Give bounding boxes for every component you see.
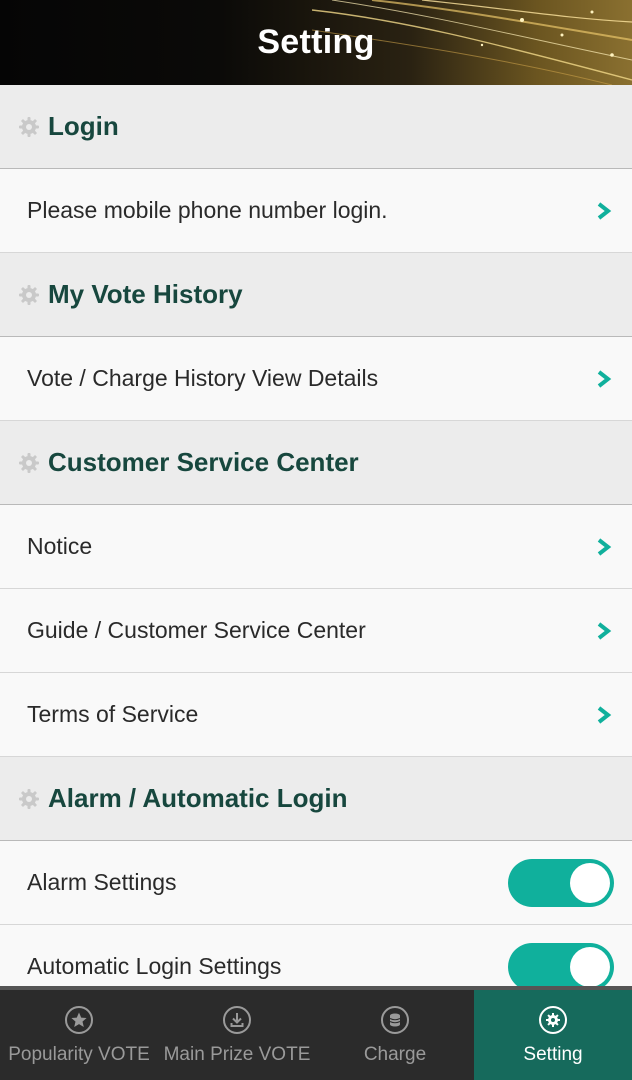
gear-icon (18, 452, 40, 474)
row-label: Terms of Service (27, 701, 199, 727)
section-title: Alarm / Automatic Login (48, 783, 348, 813)
login-row[interactable]: Please mobile phone number login. (0, 169, 632, 253)
alarm-settings-row: Alarm Settings (0, 841, 632, 925)
tab-charge[interactable]: Charge (316, 990, 474, 1080)
chevron-right-icon (594, 369, 614, 389)
star-icon (63, 1004, 95, 1036)
tab-main-prize-vote[interactable]: Main Prize VOTE (158, 990, 316, 1080)
chevron-right-icon (594, 705, 614, 725)
bottom-tab-bar: Popularity VOTE Main Prize VOTE Charge S… (0, 986, 632, 1080)
automatic-login-toggle[interactable] (508, 942, 614, 990)
gear-icon (18, 284, 40, 306)
tab-label: Setting (523, 1044, 583, 1065)
toggle-knob (570, 946, 610, 987)
chevron-right-icon (594, 201, 614, 221)
vote-charge-history-row[interactable]: Vote / Charge History View Details (0, 337, 632, 421)
tab-setting[interactable]: Setting (474, 990, 632, 1080)
chevron-right-icon (594, 537, 614, 557)
chevron-right-icon (594, 621, 614, 641)
automatic-login-settings-row: Automatic Login Settings (0, 925, 632, 990)
row-label: Notice (27, 533, 93, 559)
page-title: Setting (257, 23, 375, 61)
section-header-customer-service: Customer Service Center (0, 421, 632, 505)
row-label: Alarm Settings (27, 869, 177, 895)
tab-label: Charge (363, 1044, 427, 1065)
row-label: Vote / Charge History View Details (27, 365, 379, 391)
tab-label: Main Prize VOTE (163, 1044, 311, 1065)
toggle-knob (570, 862, 610, 903)
section-header-vote-history: My Vote History (0, 253, 632, 337)
gear-icon (18, 788, 40, 810)
coin-stack-icon (379, 1004, 411, 1036)
gear-icon (537, 1004, 569, 1036)
alarm-settings-toggle[interactable] (508, 858, 614, 907)
tab-label: Popularity VOTE (8, 1044, 150, 1065)
gear-icon (18, 116, 40, 138)
section-header-alarm-login: Alarm / Automatic Login (0, 757, 632, 841)
terms-of-service-row[interactable]: Terms of Service (0, 673, 632, 757)
section-header-login: Login (0, 85, 632, 169)
guide-customer-service-row[interactable]: Guide / Customer Service Center (0, 589, 632, 673)
section-title: Login (48, 111, 119, 141)
tab-popularity-vote[interactable]: Popularity VOTE (0, 990, 158, 1080)
row-label: Guide / Customer Service Center (27, 617, 366, 643)
row-label: Please mobile phone number login. (27, 197, 388, 223)
section-title: Customer Service Center (48, 447, 359, 477)
section-title: My Vote History (48, 279, 243, 309)
row-label: Automatic Login Settings (27, 953, 282, 979)
app-header: Setting (0, 0, 632, 85)
settings-list: Login Please mobile phone number login. … (0, 85, 632, 990)
download-icon (221, 1004, 253, 1036)
notice-row[interactable]: Notice (0, 505, 632, 589)
